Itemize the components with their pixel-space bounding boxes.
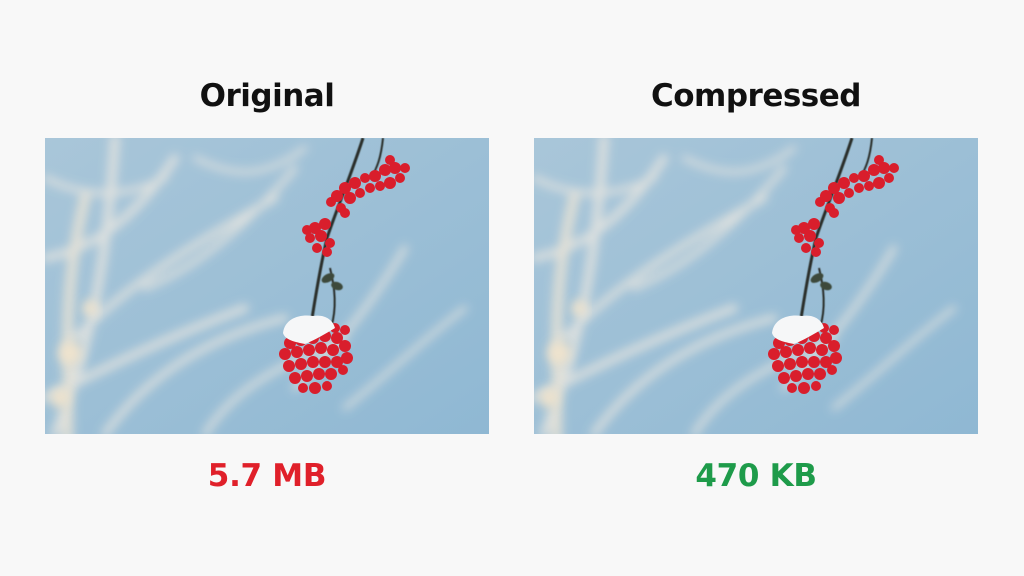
compressed-title: Compressed [651,78,861,114]
compressed-size: 470 KB [695,458,817,494]
berries-photo-art [534,138,978,434]
original-panel: Original 5.7 MB [45,0,489,576]
original-size: 5.7 MB [207,458,327,494]
compressed-panel: Compressed 470 KB [534,0,978,576]
compressed-photo [534,138,978,434]
berries-photo-art [45,138,489,434]
original-title: Original [199,78,335,114]
original-photo [45,138,489,434]
